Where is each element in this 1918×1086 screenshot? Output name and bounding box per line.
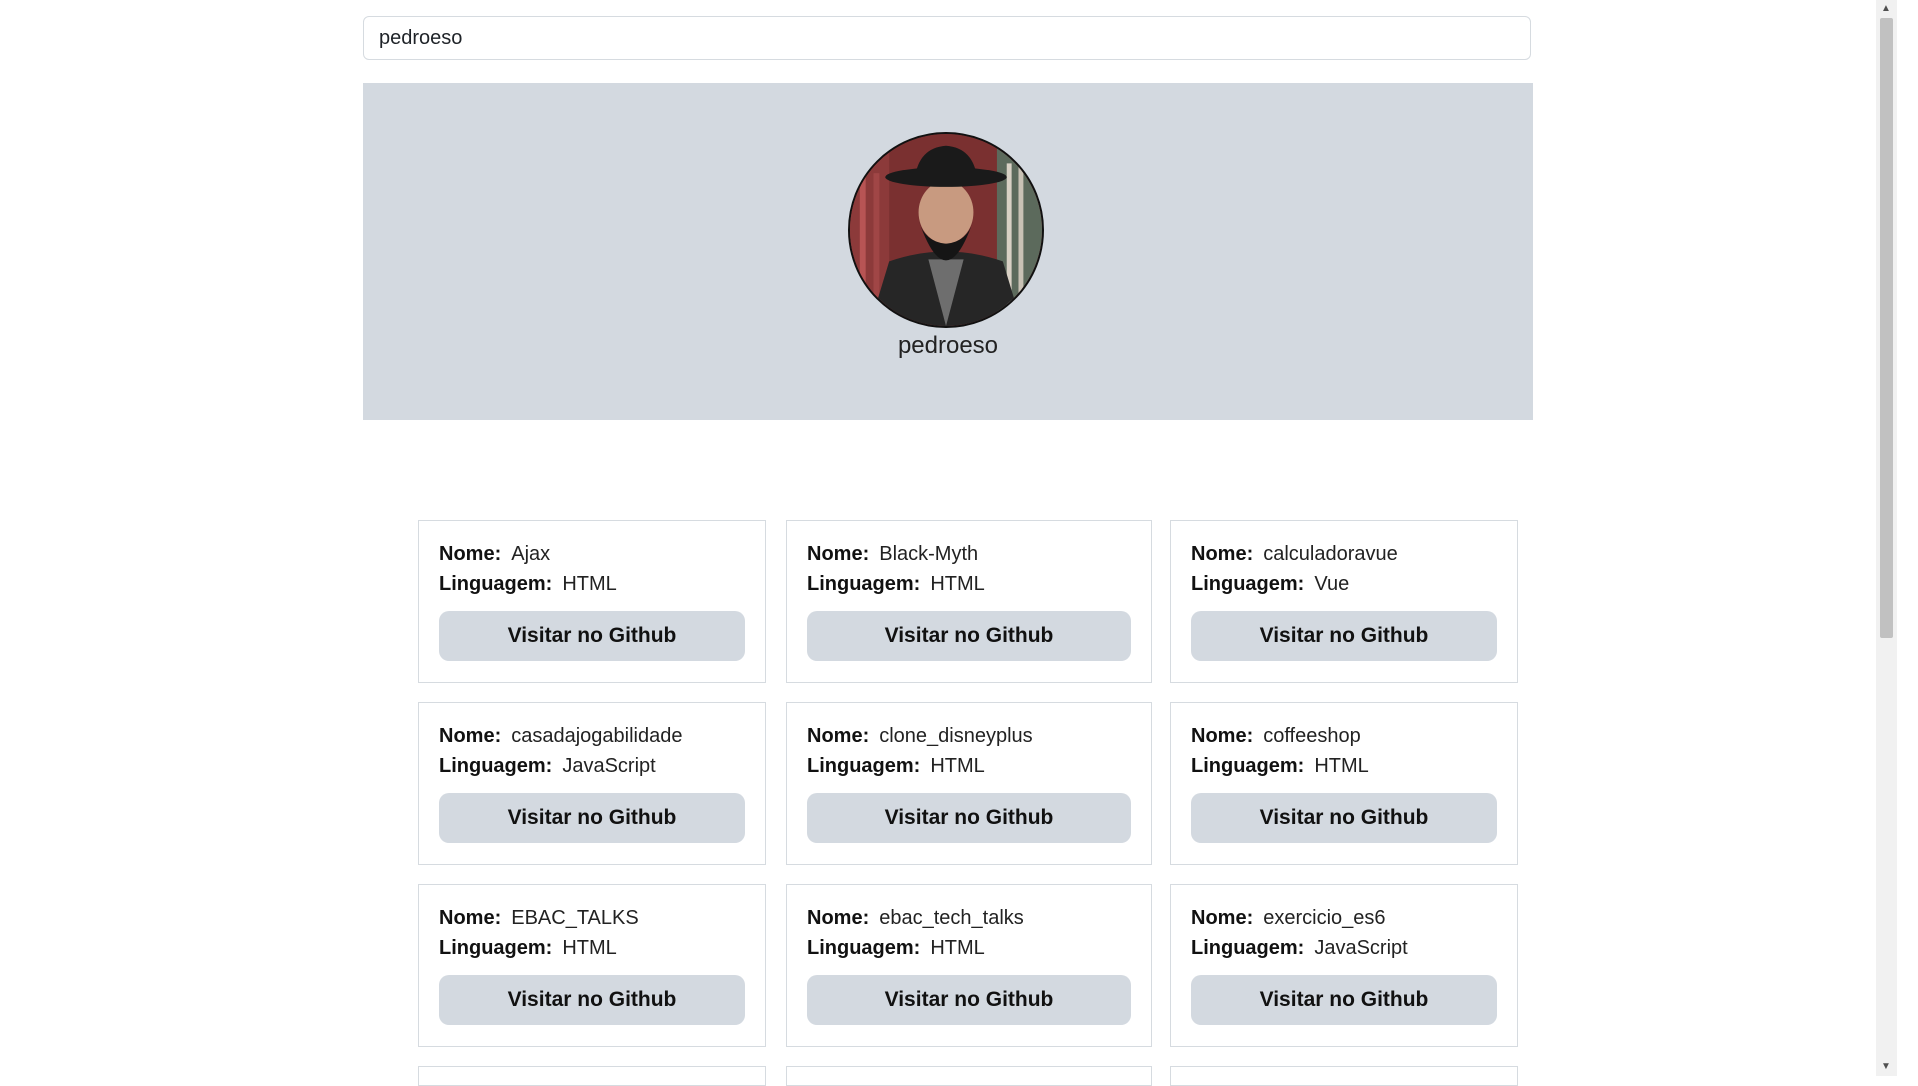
repo-name-label: Nome:	[807, 543, 870, 565]
repo-name-label: Nome:	[807, 725, 870, 747]
profile-username: pedroeso	[897, 332, 999, 359]
repo-name-row: Nome: calculadoravue	[1191, 543, 1398, 566]
visit-github-button[interactable]: Visitar no Github	[1191, 975, 1497, 1025]
repo-name-row: Nome: EBAC_TALKS	[439, 907, 639, 930]
repo-card: Nome: exercicio_es6 Linguagem: JavaScript Vi…	[1170, 884, 1518, 1047]
repo-card: Nome: casadajogabilidade Linguagem: JavaScr…	[418, 702, 766, 865]
repo-name: coffeeshop	[1263, 725, 1361, 747]
repo-name-label: Nome:	[1191, 543, 1254, 565]
repo-name: clone_disneyplus	[879, 725, 1033, 747]
repo-name: EBAC_TALKS	[511, 907, 639, 929]
repo-card: Nome: EBAC_TALKS Linguagem: HTML Visitar no …	[418, 884, 766, 1047]
repo-language-row: Linguagem: HTML	[807, 755, 985, 778]
repo-language-row: Linguagem: HTML	[439, 573, 617, 596]
repo-name-label: Nome:	[439, 725, 502, 747]
repo-card: Nome: calculadoravue Linguagem: Vue Visitar …	[1170, 520, 1518, 683]
scrollbar[interactable]: ▲ ▼	[1876, 0, 1897, 1076]
repo-name-label: Nome:	[439, 907, 502, 929]
repo-card	[418, 1066, 766, 1086]
repo-language-label: Linguagem:	[439, 937, 553, 959]
repo-language: HTML	[562, 937, 617, 959]
repo-card	[1170, 1066, 1518, 1086]
repo-name-label: Nome:	[1191, 725, 1254, 747]
repo-card: Nome: Ajax Linguagem: HTML Visitar no Github	[418, 520, 766, 683]
repo-name: ebac_tech_talks	[879, 907, 1024, 929]
repo-language-label: Linguagem:	[807, 755, 921, 777]
repo-language-label: Linguagem:	[439, 755, 553, 777]
repo-name-label: Nome:	[807, 907, 870, 929]
repo-name-row: Nome: ebac_tech_talks	[807, 907, 1024, 930]
page: pedroeso Nome: Ajax Linguagem: HTML Visitar …	[0, 0, 1897, 1086]
repo-name-row: Nome: Black-Myth	[807, 543, 978, 566]
visit-github-button[interactable]: Visitar no Github	[1191, 611, 1497, 661]
repo-card: Nome: clone_disneyplus Linguagem: HTML Visit…	[786, 702, 1152, 865]
repo-language-row: Linguagem: JavaScript	[439, 755, 656, 778]
repo-language: HTML	[1314, 755, 1369, 777]
repo-language-row: Linguagem: Vue	[1191, 573, 1349, 596]
repo-language-row: Linguagem: HTML	[807, 573, 985, 596]
repo-language-label: Linguagem:	[1191, 755, 1305, 777]
scroll-down-icon[interactable]: ▼	[1881, 1062, 1891, 1072]
repo-language: HTML	[930, 937, 985, 959]
repo-name-row: Nome: Ajax	[439, 543, 550, 566]
repo-language-label: Linguagem:	[807, 573, 921, 595]
repo-language: HTML	[930, 755, 985, 777]
repo-language: Vue	[1314, 573, 1350, 595]
repo-name-row: Nome: exercicio_es6	[1191, 907, 1386, 930]
repo-language: JavaScript	[562, 755, 656, 777]
repo-language-row: Linguagem: JavaScript	[1191, 937, 1408, 960]
repo-name-row: Nome: clone_disneyplus	[807, 725, 1033, 748]
repo-language-label: Linguagem:	[439, 573, 553, 595]
scroll-up-icon[interactable]: ▲	[1881, 4, 1891, 14]
visit-github-button[interactable]: Visitar no Github	[807, 793, 1131, 843]
visit-github-button[interactable]: Visitar no Github	[439, 793, 745, 843]
profile-header: pedroeso	[363, 83, 1533, 420]
repo-name: Black-Myth	[879, 543, 979, 565]
repo-language-row: Linguagem: HTML	[807, 937, 985, 960]
repo-language: JavaScript	[1314, 937, 1408, 959]
repo-name: exercicio_es6	[1263, 907, 1386, 929]
repo-name: casadajogabilidade	[511, 725, 683, 747]
avatar	[848, 132, 1044, 328]
visit-github-button[interactable]: Visitar no Github	[439, 975, 745, 1025]
repo-name-row: Nome: coffeeshop	[1191, 725, 1361, 748]
repo-name-label: Nome:	[439, 543, 502, 565]
visit-github-button[interactable]: Visitar no Github	[439, 611, 745, 661]
visit-github-button[interactable]: Visitar no Github	[807, 975, 1131, 1025]
repo-card: Nome: Black-Myth Linguagem: HTML Visitar no …	[786, 520, 1152, 683]
visit-github-button[interactable]: Visitar no Github	[1191, 793, 1497, 843]
repo-language-row: Linguagem: HTML	[1191, 755, 1369, 778]
repo-card: Nome: coffeeshop Linguagem: HTML Visitar no …	[1170, 702, 1518, 865]
avatar-image	[850, 134, 1042, 326]
repo-language: HTML	[930, 573, 985, 595]
repo-name-row: Nome: casadajogabilidade	[439, 725, 682, 748]
visit-github-button[interactable]: Visitar no Github	[807, 611, 1131, 661]
repo-language-label: Linguagem:	[1191, 937, 1305, 959]
search-input[interactable]	[363, 16, 1531, 60]
repo-language: HTML	[562, 573, 617, 595]
repo-card: Nome: ebac_tech_talks Linguagem: HTML Visita…	[786, 884, 1152, 1047]
repo-name-label: Nome:	[1191, 907, 1254, 929]
repo-language-label: Linguagem:	[807, 937, 921, 959]
repo-name: calculadoravue	[1263, 543, 1398, 565]
repo-language-row: Linguagem: HTML	[439, 937, 617, 960]
repo-name: Ajax	[511, 543, 551, 565]
repo-language-label: Linguagem:	[1191, 573, 1305, 595]
scroll-thumb[interactable]	[1880, 18, 1893, 638]
repo-card	[786, 1066, 1152, 1086]
